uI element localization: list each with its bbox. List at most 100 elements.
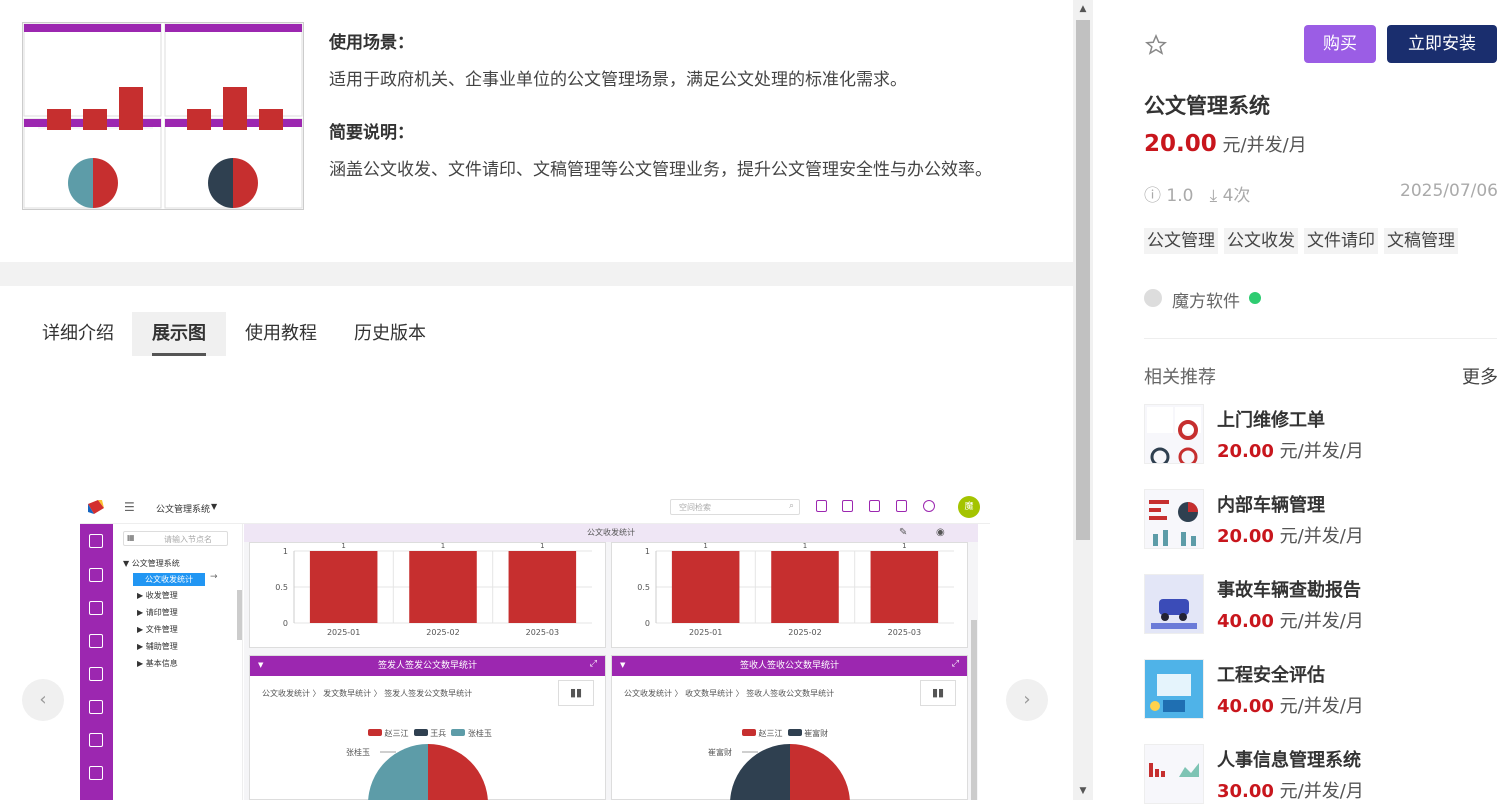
brief-text: 涵盖公文收发、文件请印、文稿管理等公文管理业务，提升公文管理安全性与办公效率。 (329, 160, 992, 180)
screen-icon[interactable] (89, 766, 103, 780)
active-tab-underline (152, 353, 206, 356)
eye-icon[interactable]: ◉ (936, 527, 945, 538)
tree-root[interactable]: ▼ 公文管理系统 (123, 558, 180, 569)
scene-title: 使用场景： (329, 33, 414, 53)
document-icon[interactable] (869, 500, 880, 512)
minus-circle-icon[interactable] (923, 500, 935, 512)
data-label: 1 (703, 543, 707, 550)
verified-icon (1249, 292, 1261, 304)
tree-item-active[interactable]: 公文收发统计 (133, 573, 205, 586)
avatar[interactable]: 魔 (958, 496, 980, 518)
file-icon[interactable] (89, 634, 103, 648)
collapse-icon[interactable]: ▼ (258, 661, 263, 669)
info-icon: ⓘ (1144, 186, 1161, 206)
tree-item[interactable]: ▶ 请印管理 (137, 607, 178, 618)
download-count: 4次 (1222, 186, 1251, 206)
collapse-icon[interactable]: ▼ (620, 661, 625, 669)
recommend-thumbnail[interactable] (1144, 404, 1204, 464)
recommend-name[interactable]: 工程安全评估 (1217, 661, 1325, 687)
expand-icon[interactable]: ⤢ (590, 659, 597, 669)
tab-details[interactable]: 详细介绍 (22, 312, 134, 356)
buy-button[interactable]: 购买 (1304, 25, 1376, 63)
tree-search-input[interactable]: ▦ 请输入节点名 (123, 531, 228, 546)
chart-toggle-icon[interactable]: ▮▮ (558, 680, 594, 706)
pie-panel-left: 签发人签发公文数早统计 ▼ ⤢ 公文收发统计 〉 发文数早统计 〉 签发人签发公… (249, 655, 606, 800)
tag[interactable]: 公文收发 (1224, 228, 1298, 254)
tag[interactable]: 文件请印 (1304, 228, 1378, 254)
product-thumbnail[interactable] (22, 22, 304, 210)
bar-chart-right: 1 0.5 0 1 2025-01 1 2025-02 1 2025-03 (637, 543, 954, 637)
tag[interactable]: 文稿管理 (1384, 228, 1458, 254)
bar (508, 551, 577, 623)
brief-title: 简要说明： (329, 123, 414, 143)
tab-tutorial[interactable]: 使用教程 (225, 312, 337, 356)
tree-item[interactable]: ▶ 文件管理 (137, 624, 178, 635)
share-icon[interactable] (89, 700, 103, 714)
data-label: 1 (341, 543, 345, 550)
tree-item[interactable]: ▶ 辅助管理 (137, 641, 178, 652)
recommend-thumbnail[interactable] (1144, 659, 1204, 719)
vendor-name[interactable]: 魔方软件 (1172, 287, 1240, 312)
edit-icon[interactable]: ✎ (899, 527, 907, 538)
pie-chart-left (368, 744, 488, 800)
carousel-next-button[interactable]: › (1006, 679, 1048, 721)
store-icon[interactable] (89, 733, 103, 747)
bar (309, 551, 378, 623)
mail-icon[interactable] (842, 500, 853, 512)
recommend-thumbnail[interactable] (1144, 744, 1204, 804)
recommend-price: 30.00 元/并发/月 (1217, 781, 1364, 802)
tag[interactable]: 公文管理 (1144, 228, 1218, 254)
recommend-name[interactable]: 事故车辆查勘报告 (1217, 576, 1361, 602)
tree-item[interactable]: ▶ 收发管理 (137, 590, 178, 601)
recommend-thumbnail[interactable] (1144, 574, 1204, 634)
bar (771, 551, 839, 623)
y-tick-label: 0 (283, 619, 288, 628)
vendor-avatar-icon (1144, 289, 1162, 307)
search-icon: ⌕ (788, 501, 794, 511)
recommend-thumbnail[interactable] (1144, 489, 1204, 549)
y-tick-label: 0.5 (637, 583, 650, 592)
recommend-name[interactable]: 内部车辆管理 (1217, 491, 1325, 517)
scrollbar-thumb[interactable] (1076, 20, 1090, 540)
scroll-down-icon[interactable]: ▼ (1073, 782, 1093, 800)
chevron-right-icon: › (1023, 689, 1031, 710)
home-icon[interactable] (89, 534, 103, 548)
recommend-name[interactable]: 上门维修工单 (1217, 406, 1325, 432)
y-tick-label: 0 (645, 619, 650, 628)
scroll-up-icon[interactable]: ▲ (1073, 0, 1093, 18)
product-meta: ⓘ 1.0 ⤓ 4次 (1144, 181, 1250, 206)
recommend-name[interactable]: 人事信息管理系统 (1217, 746, 1361, 772)
app-search-input[interactable]: 空间检索 ⌕ (670, 499, 800, 515)
app-scrollbar[interactable] (971, 620, 977, 800)
chart-toggle-icon[interactable]: ▮▮ (920, 680, 956, 706)
section-divider (0, 262, 1073, 286)
grid-icon: ▦ (127, 533, 135, 542)
carousel-prev-button[interactable]: ‹ (22, 679, 64, 721)
page-scrollbar[interactable]: ▲ ▼ (1073, 0, 1093, 800)
arrow-right-icon[interactable]: → (210, 572, 218, 582)
monitor-icon[interactable] (89, 568, 103, 582)
chevron-down-icon[interactable]: ▼ (211, 502, 217, 511)
expand-icon[interactable]: ⤢ (952, 659, 959, 669)
tab-history[interactable]: 历史版本 (334, 312, 446, 356)
app-sidebar (80, 524, 113, 800)
star-icon[interactable] (1145, 34, 1167, 56)
data-label: 1 (803, 543, 807, 550)
clipboard-icon[interactable] (89, 601, 103, 615)
version: 1.0 (1166, 186, 1194, 206)
tree-scrollbar[interactable] (237, 590, 242, 640)
help-icon[interactable] (816, 500, 827, 512)
tab-screenshots[interactable]: 展示图 (132, 312, 226, 356)
x-tick-label: 2025-02 (426, 628, 459, 637)
install-button[interactable]: 立即安装 (1387, 25, 1497, 63)
product-sidebar: 购买 立即安装 公文管理系统 20.00 元/并发/月 ⓘ 1.0 ⤓ 4次 2… (1093, 0, 1511, 804)
bar-chart-left: 1 0.5 0 1 2025-01 1 2025-02 1 2025-03 (275, 543, 592, 637)
app-main: 公文收发统计 ✎ ◉ 1 0.5 0 1 2025-01 1 2025-02 1 2025-03… (244, 524, 978, 800)
list-icon[interactable] (89, 667, 103, 681)
more-link[interactable]: 更多 (1462, 363, 1498, 389)
bar (409, 551, 477, 623)
menu-toggle-icon[interactable]: ☰ (124, 500, 135, 514)
shirt-icon[interactable] (896, 500, 907, 512)
tree-item[interactable]: ▶ 基本信息 (137, 658, 178, 669)
data-label: 1 (441, 543, 445, 550)
